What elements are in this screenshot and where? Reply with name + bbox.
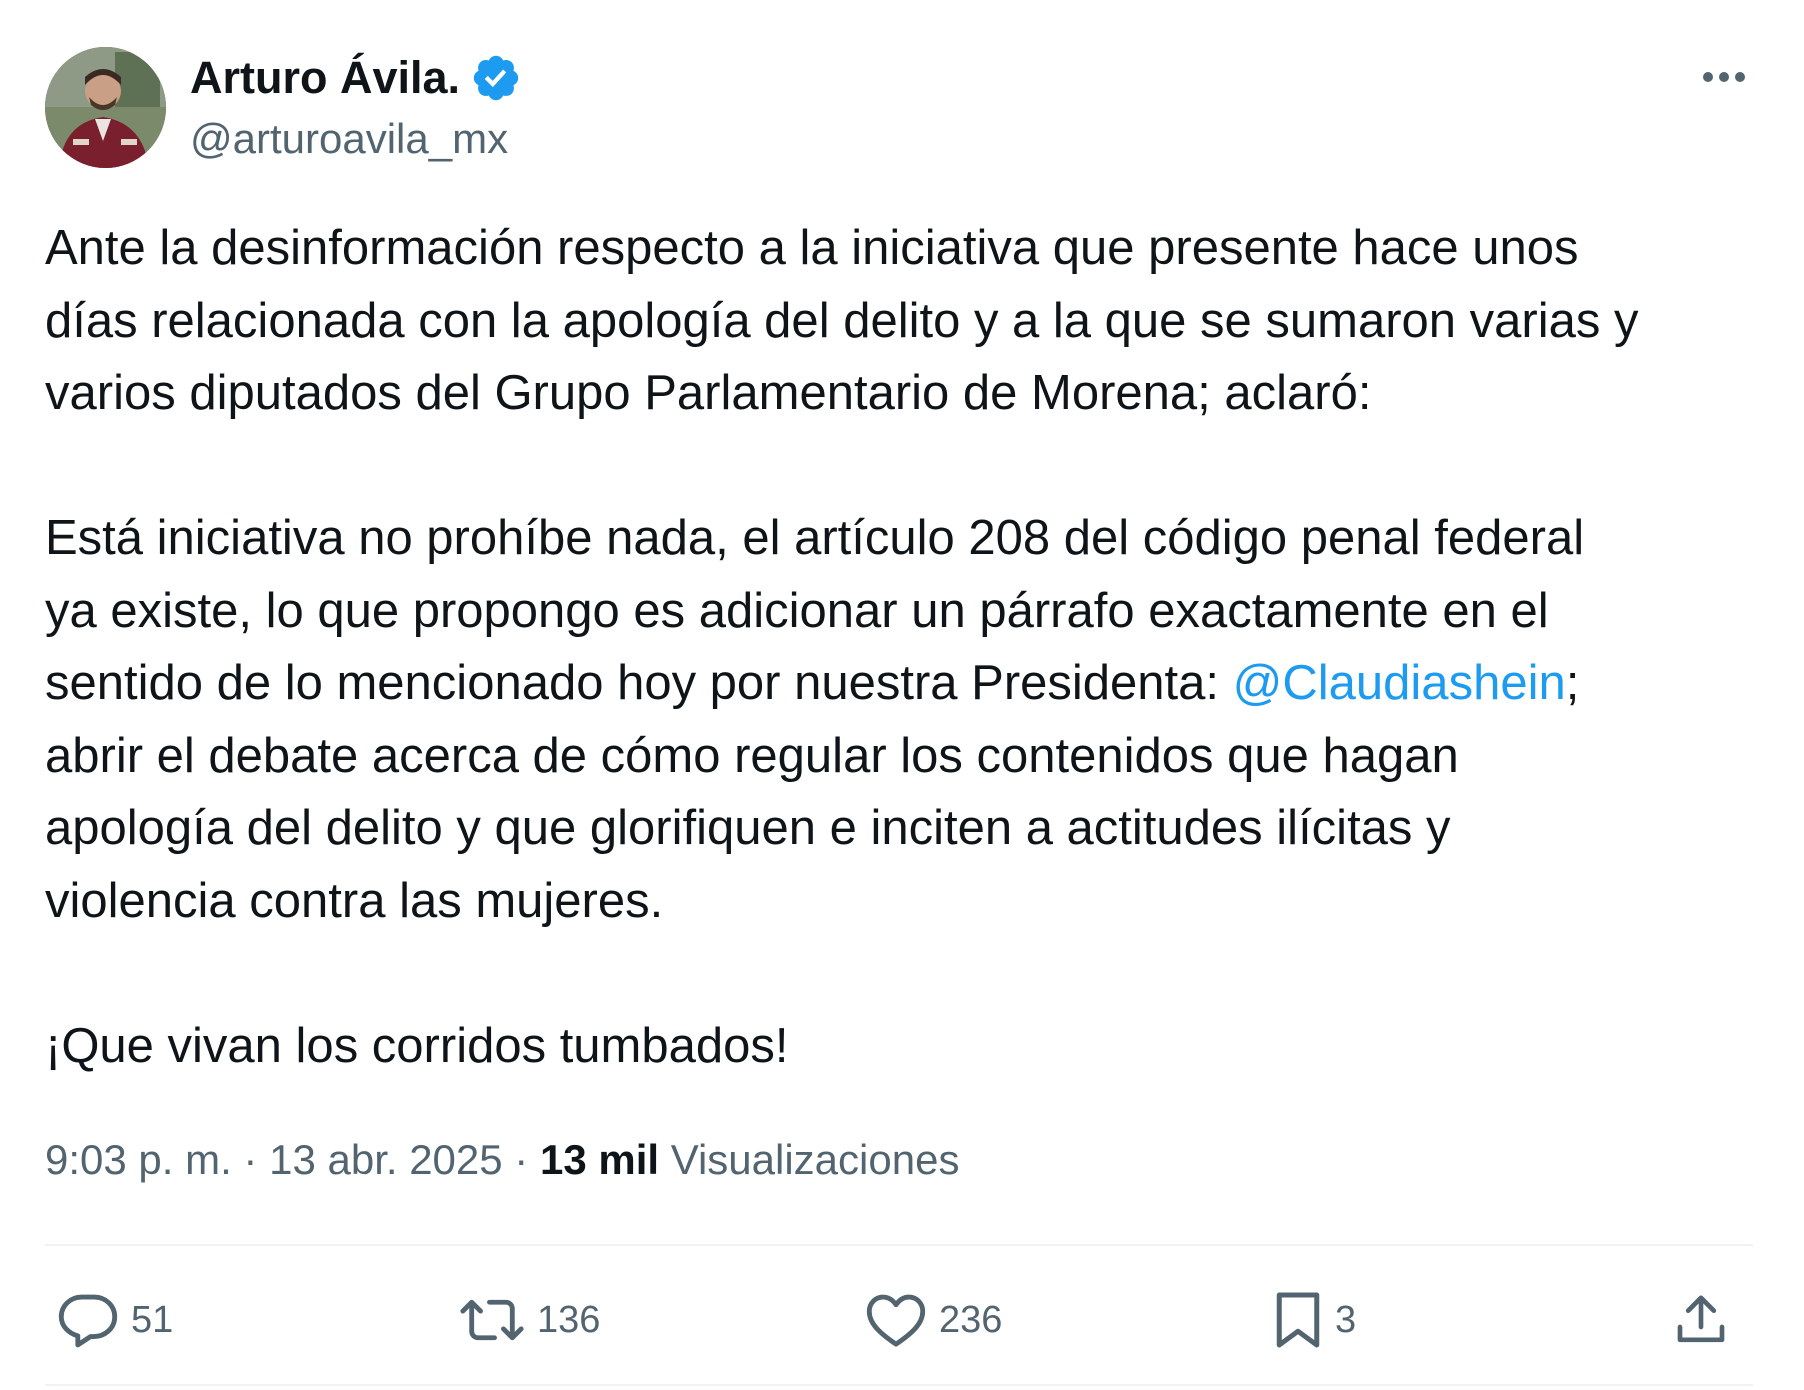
- meta-separator: ·: [502, 1136, 540, 1183]
- tweet-text-line: Ante la desinformación respecto a la ini…: [45, 221, 1579, 275]
- mention-link[interactable]: @Claudiashein: [1233, 656, 1566, 710]
- reply-count: 51: [131, 1299, 174, 1341]
- views-count[interactable]: 13 mil: [540, 1136, 659, 1183]
- tweet-text-line: Está iniciativa no prohíbe nada, el artí…: [45, 511, 1585, 565]
- tweet-date[interactable]: 13 abr. 2025: [269, 1136, 503, 1183]
- action-bar: 51 136 236 3: [45, 1280, 1753, 1360]
- tweet-text-line: apología del delito y que glorifiquen e …: [45, 801, 1451, 855]
- tweet-text-segment: sentido de lo mencionado hoy por nuestra…: [45, 656, 1233, 710]
- repost-count: 136: [537, 1299, 601, 1341]
- tweet-text-segment: ;: [1565, 656, 1580, 710]
- bookmark-button[interactable]: 3: [1273, 1280, 1356, 1360]
- reply-icon: [57, 1292, 119, 1348]
- tweet-text-line: varios diputados del Grupo Parlamentario…: [45, 366, 1372, 420]
- tweet-meta: 9:03 p. m. · 13 abr. 2025 · 13 mil Visua…: [45, 1132, 959, 1188]
- reply-button[interactable]: 51: [57, 1280, 173, 1360]
- avatar[interactable]: [45, 47, 166, 168]
- tweet-text-line: violencia contra las mujeres.: [45, 873, 664, 928]
- views-label[interactable]: Visualizaciones: [659, 1136, 960, 1183]
- tweet-text: Ante la desinformación respecto a la ini…: [45, 212, 1765, 1082]
- tweet-text-line: días relacionada con la apología del del…: [45, 293, 1639, 348]
- tweet-text-line-with-mention: sentido de lo mencionado hoy por nuestra…: [45, 647, 1765, 720]
- like-button[interactable]: 236: [865, 1280, 1002, 1360]
- tweet-text-line: abrir el debate acerca de cómo regular l…: [45, 728, 1459, 783]
- author-handle[interactable]: @arturoavila_mx: [190, 112, 508, 166]
- meta-separator: ·: [231, 1136, 270, 1183]
- bookmark-count: 3: [1335, 1299, 1357, 1341]
- divider: [45, 1244, 1753, 1246]
- repost-button[interactable]: 136: [459, 1280, 600, 1360]
- like-count: 236: [939, 1299, 1003, 1341]
- author-name-row[interactable]: Arturo Ávila.: [190, 50, 522, 106]
- more-horizontal-icon[interactable]: [1694, 52, 1754, 102]
- share-icon: [1673, 1292, 1729, 1348]
- author-display-name[interactable]: Arturo Ávila.: [190, 50, 460, 106]
- bookmark-icon: [1273, 1290, 1323, 1350]
- repost-icon: [459, 1292, 525, 1348]
- divider: [45, 1384, 1753, 1386]
- tweet-time[interactable]: 9:03 p. m.: [45, 1136, 232, 1183]
- tweet-text-line: ¡Que vivan los corridos tumbados!: [45, 1018, 789, 1073]
- share-button[interactable]: [1673, 1280, 1729, 1360]
- tweet-card: Arturo Ávila. @arturoavila_mx Ante la de…: [0, 0, 1804, 1390]
- heart-icon: [865, 1292, 927, 1348]
- verified-badge-icon[interactable]: [470, 52, 522, 104]
- tweet-text-line: ya existe, lo que propongo es adicionar …: [45, 583, 1549, 638]
